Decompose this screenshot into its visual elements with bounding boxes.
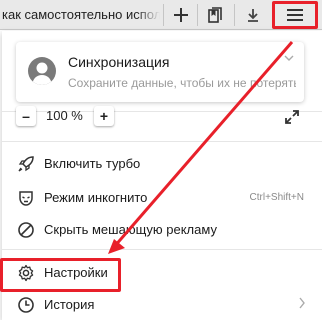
- plus-icon: [174, 8, 188, 22]
- sync-subtitle: Сохраните данные, чтобы их не потерять: [68, 76, 296, 90]
- zoom-in-button[interactable]: +: [94, 106, 114, 126]
- toolbar-divider: [197, 4, 198, 26]
- shortcut-hint: Ctrl+Shift+N: [249, 192, 304, 203]
- menu-divider: [2, 141, 322, 142]
- settings-highlight-annotation: [0, 258, 121, 292]
- new-tab-button[interactable]: [168, 2, 194, 28]
- toolbar-divider: [163, 4, 164, 26]
- menu-item-label: Режим инкогнито: [44, 190, 148, 205]
- tab-title[interactable]: как самостоятельно испол: [0, 0, 160, 30]
- zoom-out-button[interactable]: –: [16, 106, 36, 126]
- main-menu-button[interactable]: [272, 1, 318, 29]
- menu-item-label: История: [44, 297, 95, 312]
- menu-divider: [2, 249, 322, 250]
- rocket-icon: [16, 154, 36, 174]
- menu-item-label: Включить турбо: [44, 156, 141, 171]
- chevron-right-icon: [299, 297, 305, 309]
- tab-bar: как самостоятельно испол: [0, 0, 322, 30]
- sync-card[interactable]: Синхронизация Сохраните данные, чтобы их…: [16, 42, 304, 102]
- incognito-mask-icon: [16, 188, 36, 208]
- bookmarks-button[interactable]: [202, 2, 228, 28]
- block-icon: [16, 220, 36, 240]
- menu-item-turbo[interactable]: Включить турбо: [2, 152, 322, 176]
- sync-title: Синхронизация: [68, 54, 170, 70]
- chevron-down-icon: [284, 55, 294, 61]
- menu-item-hide-ads[interactable]: Скрыть мешающую рекламу: [2, 218, 322, 242]
- avatar: [28, 57, 56, 85]
- downloads-button[interactable]: [240, 2, 266, 28]
- fullscreen-button[interactable]: [281, 106, 303, 128]
- zoom-level: 100 %: [46, 108, 83, 123]
- toolbar-divider: [234, 4, 235, 26]
- menu-item-history[interactable]: История: [2, 293, 322, 317]
- download-icon: [248, 9, 258, 22]
- bookmarks-icon: [208, 7, 222, 23]
- fullscreen-icon: [285, 110, 299, 124]
- menu-item-label: Скрыть мешающую рекламу: [44, 222, 217, 237]
- menu-item-incognito[interactable]: Режим инкогнито Ctrl+Shift+N: [2, 186, 322, 210]
- history-clock-icon: [16, 295, 36, 315]
- hamburger-icon: [287, 9, 303, 21]
- user-avatar-icon: [32, 62, 52, 85]
